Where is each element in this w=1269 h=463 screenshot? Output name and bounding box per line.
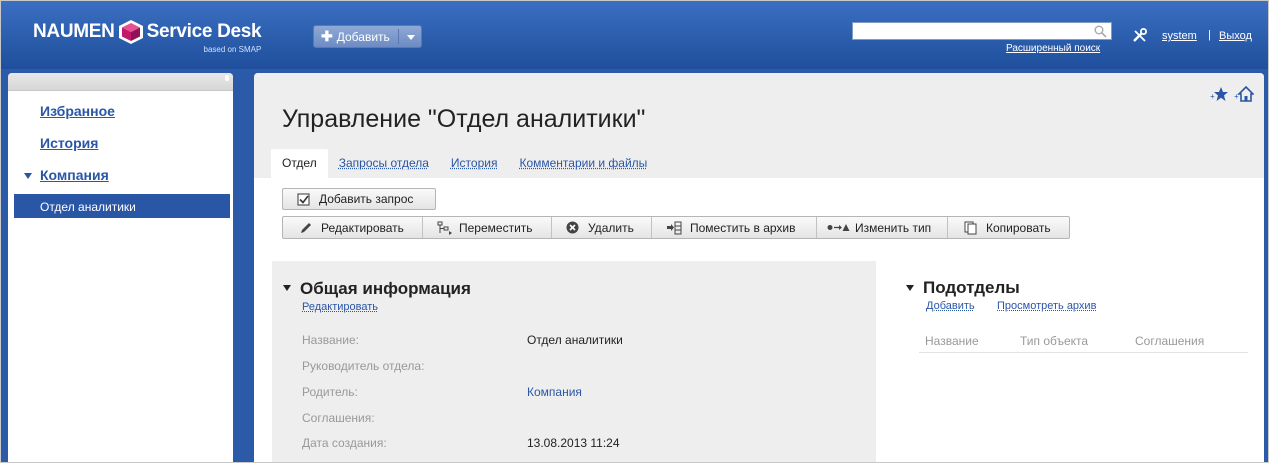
checkbox-icon [297, 193, 310, 206]
field-label-created: Дата создания: [302, 436, 387, 450]
move-icon [437, 221, 452, 235]
main-content: Управление "Отдел аналитики" + + Отдел З… [254, 73, 1264, 462]
tab-bar: Отдел Запросы отдела История Комментарии… [271, 149, 669, 178]
delete-button-label: Удалить [588, 220, 634, 235]
chevron-down-icon[interactable] [407, 35, 415, 40]
logo-subtitle: based on SMAP [203, 45, 262, 54]
change-type-icon [827, 224, 850, 231]
general-info-panel: Общая информация Редактировать Название:… [272, 261, 876, 462]
sidebar-item-favorites[interactable]: Избранное [40, 103, 115, 119]
field-label-parent: Родитель: [302, 385, 358, 399]
app-window: NAUMEN Service Desk based on SMAP ✚ Доба… [0, 0, 1269, 463]
logout-link[interactable]: Выход [1219, 30, 1252, 42]
sidebar-item-company[interactable]: Компания [40, 167, 109, 183]
field-value-created: 13.08.2013 11:24 [527, 436, 620, 450]
add-favorite-star-icon[interactable]: + [1210, 86, 1228, 102]
field-label-agreements: Соглашения: [302, 411, 375, 425]
tools-icon[interactable] [1132, 28, 1148, 43]
app-logo[interactable]: NAUMEN Service Desk based on SMAP [33, 19, 262, 54]
page-actions: + + [1210, 86, 1254, 102]
column-header-agreements[interactable]: Соглашения [1135, 334, 1204, 348]
archive-button-label: Поместить в архив [690, 220, 796, 235]
button-divider [398, 29, 399, 44]
subdivisions-add-link[interactable]: Добавить [926, 300, 975, 312]
subdivisions-archive-link[interactable]: Просмотреть архив [997, 300, 1096, 312]
user-link[interactable]: system [1162, 30, 1197, 42]
top-header: NAUMEN Service Desk based on SMAP ✚ Доба… [1, 1, 1268, 69]
content-header: Управление "Отдел аналитики" + + Отдел З… [254, 73, 1264, 178]
sidebar-collapse-handle[interactable] [225, 75, 229, 81]
sidebar-item-analytics-dept[interactable]: Отдел аналитики [14, 194, 230, 218]
field-label-head: Руководитель отдела: [302, 359, 425, 373]
plus-icon: ✚ [321, 28, 333, 44]
tab-department[interactable]: Отдел [271, 149, 328, 178]
header-separator: | [1208, 29, 1211, 41]
tab-history[interactable]: История [451, 156, 498, 178]
archive-icon [667, 221, 682, 235]
copy-button-label: Копировать [986, 220, 1051, 235]
general-info-title: Общая информация [300, 279, 471, 298]
copy-button[interactable]: Копировать [948, 217, 1069, 238]
field-value-parent-link[interactable]: Компания [527, 385, 582, 399]
add-request-label: Добавить запрос [319, 192, 414, 206]
change-type-label: Изменить тип [855, 220, 932, 235]
search-input[interactable] [852, 22, 1112, 40]
logo-text-left: NAUMEN [33, 21, 115, 42]
sidebar-header-bar[interactable] [8, 73, 233, 91]
left-sidebar: Избранное История Компания Отдел аналити… [8, 73, 233, 462]
action-toolbar: Редактировать Переместить Удалить Помест… [282, 216, 1070, 239]
collapse-arrow-icon[interactable] [283, 285, 291, 291]
move-button-label: Переместить [459, 220, 533, 235]
pencil-icon [301, 223, 311, 233]
delete-button[interactable]: Удалить [552, 217, 652, 238]
move-button[interactable]: Переместить [423, 217, 552, 238]
sidebar-item-history[interactable]: История [40, 135, 98, 151]
table-header-divider [919, 352, 1248, 353]
logo-cube-icon [118, 20, 143, 44]
add-button-label: Добавить [336, 29, 390, 44]
add-dropdown-button[interactable]: ✚ Добавить [313, 25, 422, 48]
advanced-search-link[interactable]: Расширенный поиск [1006, 43, 1100, 54]
column-header-type[interactable]: Тип объекта [1020, 334, 1088, 348]
change-type-button[interactable]: Изменить тип [817, 217, 948, 238]
copy-icon [964, 221, 977, 235]
field-value-name: Отдел аналитики [527, 333, 623, 347]
svg-text:+: + [1210, 92, 1215, 101]
add-request-button[interactable]: Добавить запрос [282, 188, 436, 210]
general-edit-link[interactable]: Редактировать [302, 301, 378, 313]
delete-icon [566, 221, 579, 234]
archive-button[interactable]: Поместить в архив [652, 217, 817, 238]
expand-arrow-icon[interactable] [24, 173, 32, 179]
edit-button[interactable]: Редактировать [283, 217, 423, 238]
tab-department-requests[interactable]: Запросы отдела [339, 156, 429, 178]
edit-button-label: Редактировать [321, 220, 404, 235]
subdivisions-collapse-icon[interactable] [906, 285, 914, 291]
logo-text-right: Service Desk [146, 21, 262, 42]
tab-comments-files[interactable]: Комментарии и файлы [519, 156, 647, 178]
subdivisions-title: Подотделы [923, 278, 1020, 297]
set-home-icon[interactable]: + [1234, 86, 1254, 102]
search-icon[interactable] [1094, 25, 1107, 38]
field-label-name: Название: [302, 333, 359, 347]
page-title: Управление "Отдел аналитики" [282, 105, 646, 133]
svg-text:+: + [1234, 92, 1239, 101]
column-header-name[interactable]: Название [925, 334, 979, 348]
